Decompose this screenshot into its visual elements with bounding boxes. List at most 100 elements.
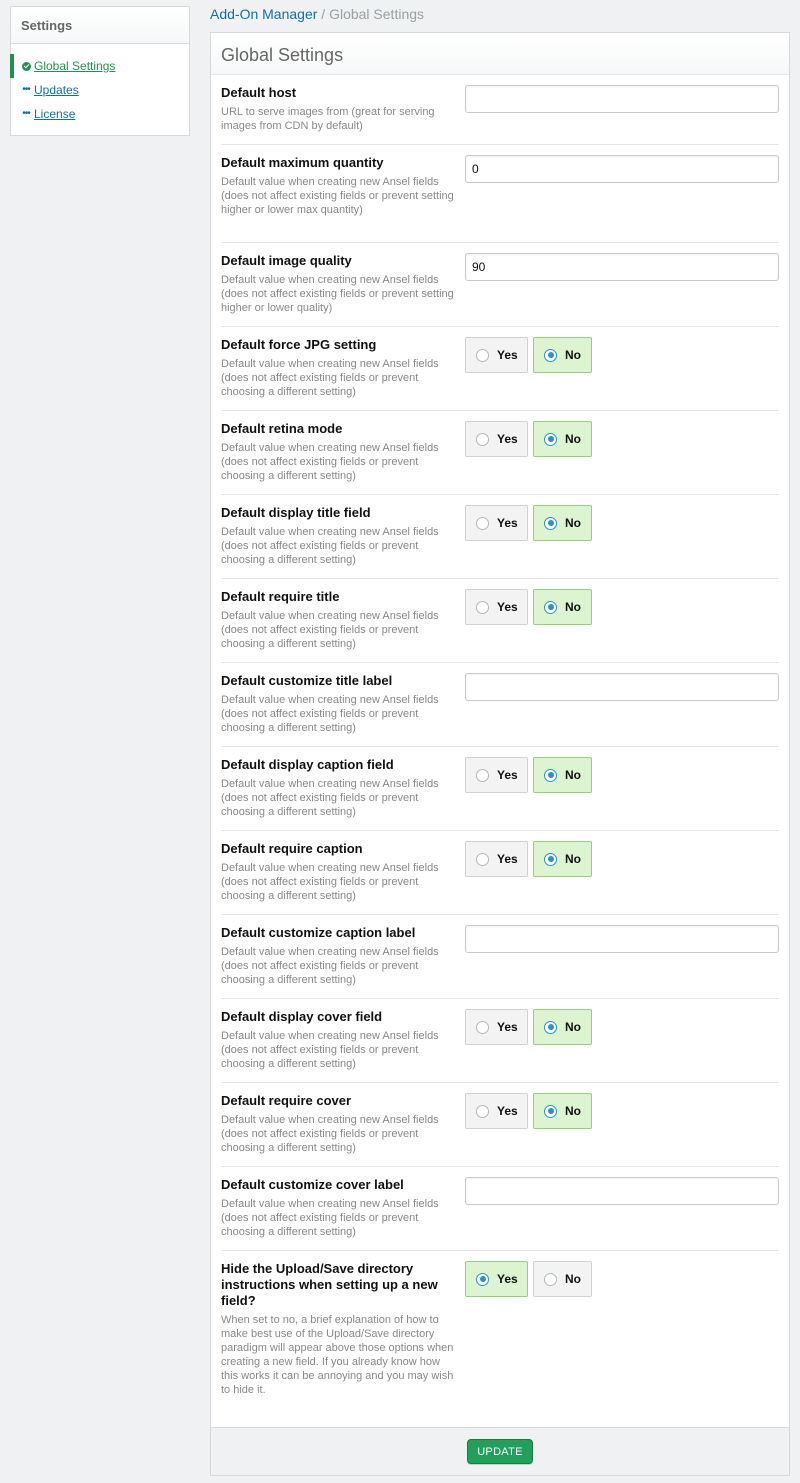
setting-description: Default value when creating new Ansel fi… [221,694,439,734]
setting-description: Default value when creating new Ansel fi… [221,274,454,314]
no-option[interactable]: No [533,1093,592,1129]
setting-text-input[interactable] [465,925,779,953]
yes-option[interactable]: Yes [465,505,528,541]
setting-label-group: Default image quality Default value when … [221,243,465,326]
yes-option-label: Yes [497,432,518,446]
dots-icon: ••• [22,84,30,95]
setting-description: Default value when creating new Ansel fi… [221,442,439,482]
radio-button[interactable] [476,432,489,446]
yes-option[interactable]: Yes [465,337,528,373]
yes-option-label: Yes [497,516,518,530]
radio-button[interactable] [544,1104,557,1118]
yes-option[interactable]: Yes [465,589,528,625]
yes-no-toggle: Yes No [465,757,779,793]
radio-button[interactable] [544,600,557,614]
setting-row: Default maximum quantity Default value wh… [221,145,779,243]
setting-description: Default value when creating new Ansel fi… [221,358,439,398]
no-option[interactable]: No [533,1009,592,1045]
radio-button[interactable] [544,768,557,782]
sidebar-item-global-settings[interactable]: Global Settings [10,54,189,78]
setting-control [465,243,779,326]
no-option-label: No [565,432,581,446]
setting-description: Default value when creating new Ansel fi… [221,1114,439,1154]
yes-option[interactable]: Yes [465,1093,528,1129]
setting-row: Default customize cover label Default val… [221,1167,779,1251]
radio-button[interactable] [476,768,489,782]
check-circle-icon [21,54,31,78]
yes-option-label: Yes [497,1104,518,1118]
setting-text-input[interactable] [465,155,779,183]
radio-button[interactable] [544,852,557,866]
no-option-label: No [565,1020,581,1034]
setting-row: Default retina mode Default value when cr… [221,411,779,495]
no-option[interactable]: No [533,757,592,793]
setting-label-group: Default maximum quantity Default value wh… [221,145,465,242]
setting-text-input[interactable] [465,1177,779,1205]
setting-label-group: Default require caption Default value whe… [221,831,465,914]
yes-option[interactable]: Yes [465,1009,528,1045]
sidebar-item-label[interactable]: License [34,107,75,121]
setting-row: Hide the Upload/Save directory instructi… [221,1251,779,1427]
setting-row: Default customize title label Default val… [221,663,779,747]
setting-description: Default value when creating new Ansel fi… [221,610,439,650]
setting-control: Yes No [465,831,779,914]
radio-button[interactable] [476,348,489,362]
radio-button[interactable] [476,600,489,614]
setting-description: Default value when creating new Ansel fi… [221,1030,439,1070]
no-option[interactable]: No [533,505,592,541]
setting-description: Default value when creating new Ansel fi… [221,526,439,566]
yes-option[interactable]: Yes [465,841,528,877]
setting-label-group: Default display cover field Default value… [221,999,465,1082]
setting-title: Default host [221,85,297,100]
sidebar-item-label[interactable]: Updates [34,83,79,97]
radio-button[interactable] [544,432,557,446]
radio-button[interactable] [476,516,489,530]
yes-option[interactable]: Yes [465,757,528,793]
setting-title: Default customize cover label [221,1177,404,1192]
setting-title: Default require caption [221,841,363,856]
no-option[interactable]: No [533,1261,592,1297]
settings-panel: Global Settings Default host URL to serve… [210,32,790,1476]
no-option[interactable]: No [533,589,592,625]
setting-label-group: Default require title Default value when … [221,579,465,662]
no-option-label: No [565,348,581,362]
no-option-label: No [565,1104,581,1118]
yes-option[interactable]: Yes [465,421,528,457]
setting-control [465,75,779,144]
yes-option-label: Yes [497,348,518,362]
yes-option-label: Yes [497,600,518,614]
no-option[interactable]: No [533,337,592,373]
sidebar-item-label[interactable]: Global Settings [34,59,115,73]
radio-button[interactable] [476,1020,489,1034]
setting-label-group: Default display title field Default value… [221,495,465,578]
update-button[interactable]: UPDATE [467,1439,533,1464]
radio-button[interactable] [544,1020,557,1034]
yes-no-toggle: Yes No [465,1261,779,1297]
yes-option[interactable]: Yes [465,1261,528,1297]
sidebar-item-license[interactable]: ••• License [11,102,189,126]
breadcrumb-current: Global Settings [329,6,425,22]
setting-label-group: Default customize title label Default val… [221,663,465,746]
yes-option-label: Yes [497,768,518,782]
sidebar: Settings Global Settings ••• Updates •••… [10,6,190,136]
radio-button[interactable] [476,1104,489,1118]
setting-text-input[interactable] [465,253,779,281]
setting-description: Default value when creating new Ansel fi… [221,862,439,902]
no-option-label: No [565,600,581,614]
radio-button[interactable] [476,852,489,866]
radio-button[interactable] [544,516,557,530]
breadcrumb-link-addon-manager[interactable]: Add-On Manager [210,6,317,22]
radio-button[interactable] [544,348,557,362]
radio-button[interactable] [476,1272,489,1286]
no-option[interactable]: No [533,421,592,457]
setting-description: Default value when creating new Ansel fi… [221,1198,439,1238]
setting-label-group: Default display caption field Default val… [221,747,465,830]
no-option[interactable]: No [533,841,592,877]
setting-row: Default require caption Default value whe… [221,831,779,915]
setting-text-input[interactable] [465,85,779,113]
setting-row: Default require cover Default value when … [221,1083,779,1167]
sidebar-item-updates[interactable]: ••• Updates [11,78,189,102]
radio-button[interactable] [544,1272,557,1286]
setting-text-input[interactable] [465,673,779,701]
setting-title: Default display title field [221,505,371,520]
